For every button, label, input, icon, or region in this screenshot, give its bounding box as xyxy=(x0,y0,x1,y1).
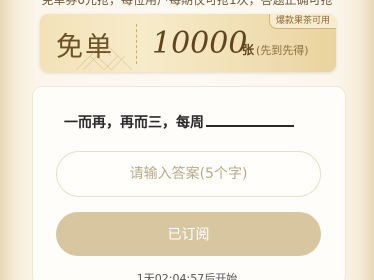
page-background: 免单券0元抢，每位用户每期仅可抢1次，答题正确可抢 免单 10000 张 (先到… xyxy=(0,0,374,280)
answer-input[interactable] xyxy=(56,151,321,197)
coupon-unit: 张 xyxy=(242,43,255,57)
usable-badge: 爆款果茶可用 xyxy=(268,14,336,29)
ticket-divider xyxy=(136,24,137,64)
coupon-note: (先到先得) xyxy=(256,44,309,57)
free-coupon-ticket: 免单 10000 张 (先到先得) 爆款果茶可用 xyxy=(40,14,336,72)
ticket-left-section: 免单 xyxy=(40,14,132,72)
diamond-pattern-icon xyxy=(76,42,132,70)
question-blank xyxy=(206,117,294,127)
subscribed-button[interactable]: 已订阅 xyxy=(56,212,321,256)
top-notice-text: 免单券0元抢，每位用户每期仅可抢1次，答题正确可抢 xyxy=(41,0,333,7)
top-notice: 免单券0元抢，每位用户每期仅可抢1次，答题正确可抢 xyxy=(0,0,374,12)
coupon-amount: 10000 xyxy=(152,26,248,61)
question-text: 一而再，再而三，每周 xyxy=(64,115,204,131)
quiz-question: 一而再，再而三，每周 xyxy=(64,112,294,132)
countdown-text: 1天02:04:57后开始 xyxy=(136,272,238,280)
